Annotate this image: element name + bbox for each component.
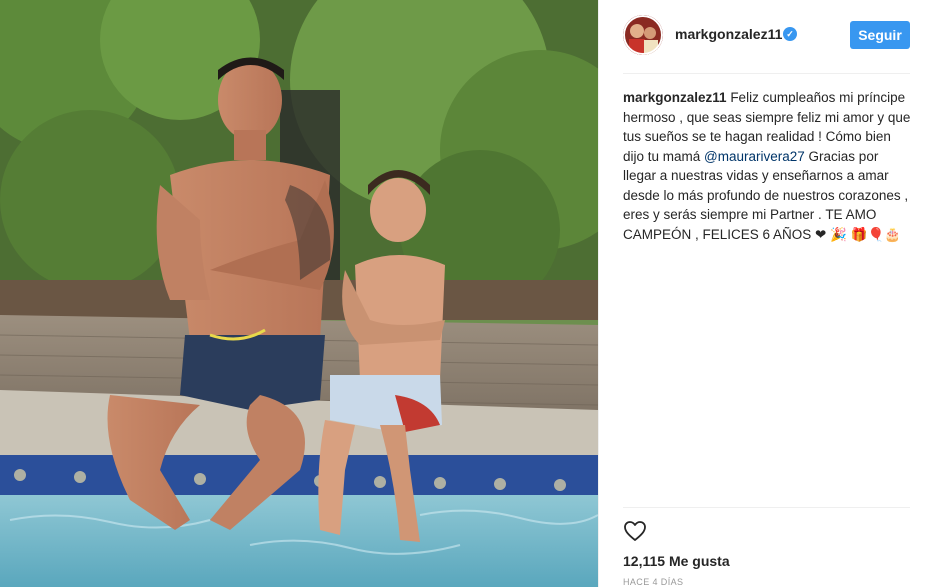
- post-header: markgonzalez11 ✓ Seguir: [599, 0, 929, 73]
- caption-username[interactable]: markgonzalez11: [623, 90, 727, 105]
- avatar[interactable]: [623, 15, 663, 55]
- actions-divider: [623, 507, 910, 508]
- likes-count[interactable]: 12,115 Me gusta: [623, 553, 730, 569]
- post-side-panel: markgonzalez11 ✓ Seguir markgonzalez11 F…: [598, 0, 929, 587]
- post-photo[interactable]: [0, 0, 598, 587]
- post-timestamp[interactable]: HACE 4 DÍAS: [623, 577, 683, 587]
- likes-number: 12,115: [623, 553, 666, 569]
- photo-illustration: [0, 0, 598, 587]
- header-username[interactable]: markgonzalez11: [675, 26, 782, 42]
- likes-label: Me gusta: [668, 553, 730, 569]
- heart-icon[interactable]: [623, 519, 647, 543]
- caption-mention-link[interactable]: @maurarivera27: [704, 149, 805, 164]
- header-divider: [623, 73, 910, 74]
- follow-button[interactable]: Seguir: [850, 21, 910, 49]
- verified-badge-icon: ✓: [783, 27, 797, 41]
- post-caption: markgonzalez11 Feliz cumpleaños mi prínc…: [623, 88, 913, 244]
